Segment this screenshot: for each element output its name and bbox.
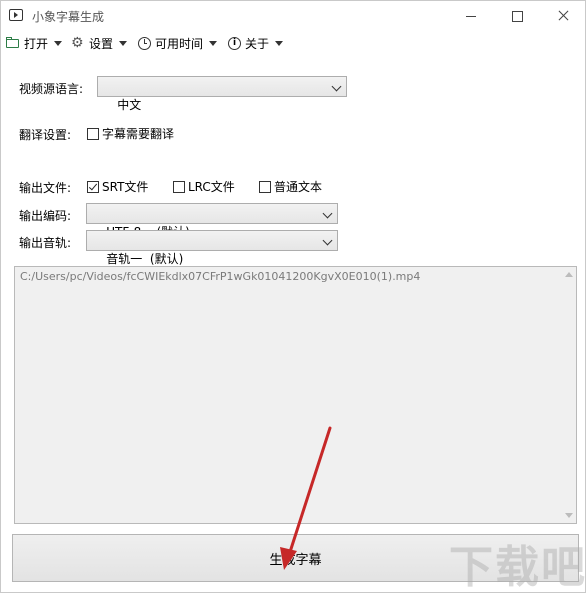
caret-down-icon <box>275 40 284 46</box>
file-path-text: C:/Users/pc/Videos/fcCWIEkdlx07CFrP1wGk0… <box>20 270 421 283</box>
info-icon: i <box>228 36 241 50</box>
file-log-area[interactable]: C:/Users/pc/Videos/fcCWIEkdlx07CFrP1wGk0… <box>14 266 577 524</box>
folder-icon <box>6 36 20 50</box>
menu-about-label: 关于 <box>245 36 270 51</box>
chevron-down-icon <box>322 208 333 219</box>
audio-track-label: 输出音轨: <box>19 236 72 250</box>
generate-subtitles-label: 生成字幕 <box>269 552 322 568</box>
translate-settings-label: 翻译设置: <box>19 128 72 142</box>
menu-available-time-label: 可用时间 <box>155 36 204 51</box>
output-file-label: 输出文件: <box>19 181 72 195</box>
title-bar: 小象字幕生成 <box>1 1 585 31</box>
output-txt-label: 普通文本 <box>274 180 323 194</box>
caret-down-icon <box>119 40 128 46</box>
output-srt-checkbox-box[interactable] <box>87 180 99 193</box>
minimize-button[interactable] <box>448 1 494 31</box>
output-lrc-label: LRC文件 <box>188 180 235 194</box>
menu-available-time[interactable]: 可用时间 <box>138 34 218 52</box>
output-srt-label: SRT文件 <box>102 180 149 194</box>
close-button[interactable] <box>540 1 586 31</box>
translate-checkbox-label: 字幕需要翻译 <box>102 127 175 141</box>
output-txt-checkbox-box[interactable] <box>259 180 271 193</box>
clock-icon <box>138 36 151 50</box>
audio-track-select[interactable]: 音轨一 (默认) <box>86 230 338 266</box>
menu-settings[interactable]: ⚙ 设置 <box>71 34 128 52</box>
translate-checkbox-box[interactable] <box>87 127 99 140</box>
app-window: 小象字幕生成 打开 ⚙ 设置 可用时间 i 关于 视频源语言: 中文 翻译设置:… <box>0 0 586 593</box>
generate-subtitles-button[interactable]: 生成字幕 <box>12 534 579 582</box>
app-logo-icon <box>9 9 23 21</box>
source-language-select[interactable]: 中文 <box>97 76 347 112</box>
scroll-up-icon[interactable] <box>565 272 573 277</box>
output-txt-checkbox[interactable]: 普通文本 <box>259 178 322 195</box>
source-language-label: 视频源语言: <box>19 82 84 96</box>
output-lrc-checkbox[interactable]: LRC文件 <box>173 178 235 195</box>
gear-icon: ⚙ <box>71 35 84 51</box>
window-title: 小象字幕生成 <box>32 10 105 24</box>
caret-down-icon <box>54 40 63 46</box>
audio-track-value: 音轨一 (默认) <box>106 252 184 266</box>
maximize-button[interactable] <box>494 1 540 31</box>
chevron-down-icon <box>322 235 333 246</box>
menu-open[interactable]: 打开 <box>6 34 63 52</box>
menu-about[interactable]: i 关于 <box>228 34 284 52</box>
caret-down-icon <box>209 40 218 46</box>
encoding-select[interactable]: UTF-8 (默认) <box>86 203 338 239</box>
menu-open-label: 打开 <box>24 36 49 51</box>
output-srt-checkbox[interactable]: SRT文件 <box>87 178 148 195</box>
scroll-down-icon[interactable] <box>565 513 573 518</box>
chevron-down-icon <box>331 81 342 92</box>
output-lrc-checkbox-box[interactable] <box>173 180 185 193</box>
menu-bar: 打开 ⚙ 设置 可用时间 i 关于 <box>1 31 585 55</box>
translate-checkbox[interactable]: 字幕需要翻译 <box>87 125 174 142</box>
menu-settings-label: 设置 <box>89 36 114 51</box>
encoding-label: 输出编码: <box>19 209 72 223</box>
source-language-value: 中文 <box>117 98 142 112</box>
